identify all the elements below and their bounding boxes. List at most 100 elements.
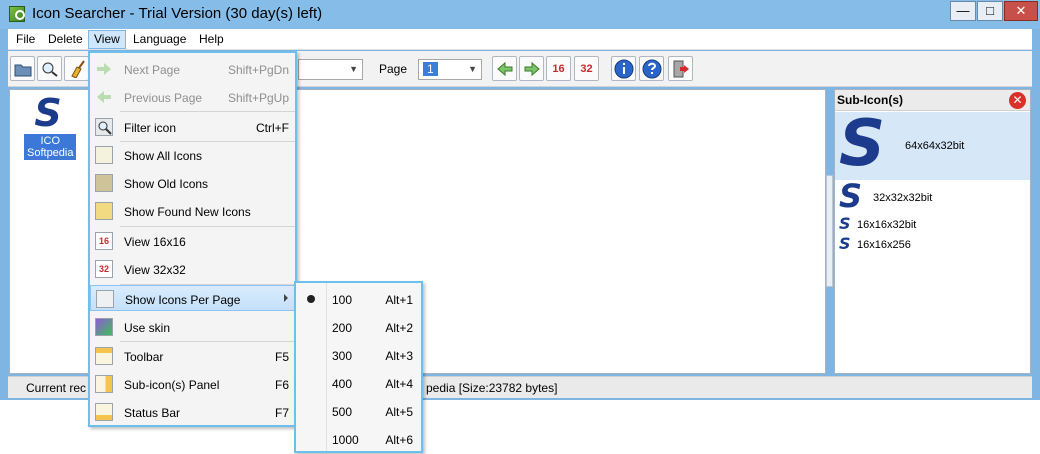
menu-filter-icon[interactable]: Filter icon Ctrl+F bbox=[90, 114, 295, 140]
sub-icon-row[interactable]: S 16x16x32bit bbox=[835, 216, 1030, 234]
arrow-right-icon bbox=[524, 61, 540, 76]
icon-caption-line1: ICO bbox=[40, 135, 61, 147]
menu-language[interactable]: Language bbox=[131, 32, 188, 46]
menu-show-all-icons[interactable]: Show All Icons bbox=[90, 142, 295, 168]
skin-icon bbox=[95, 318, 113, 336]
menu-item-label: View 16x16 bbox=[124, 235, 186, 249]
arrow-left-icon bbox=[97, 91, 111, 103]
close-button[interactable]: ✕ bbox=[1004, 1, 1038, 21]
old-icons-icon bbox=[95, 174, 113, 192]
menu-item-shortcut: F6 bbox=[274, 378, 289, 392]
menu-item-label: Show All Icons bbox=[124, 149, 203, 163]
submenu-item-shortcut: Alt+4 bbox=[385, 377, 413, 391]
submenu-item-label: 1000 bbox=[332, 433, 359, 447]
new-icons-icon bbox=[95, 202, 113, 220]
icon-caption: ICO Softpedia bbox=[24, 134, 77, 160]
per-page-1000[interactable]: 1000 Alt+6 bbox=[296, 425, 421, 453]
menu-item-label: View 32x32 bbox=[124, 263, 186, 277]
help-button[interactable] bbox=[639, 56, 664, 81]
menu-separator bbox=[120, 341, 295, 342]
sub-icon-16-256-icon: S bbox=[839, 234, 851, 253]
status-text-left: Current rec bbox=[26, 381, 87, 395]
search-combo[interactable]: ▼ bbox=[298, 59, 363, 80]
radio-selected-icon bbox=[307, 295, 315, 303]
pane-splitter[interactable] bbox=[826, 175, 833, 287]
per-page-300[interactable]: 300 Alt+3 bbox=[296, 341, 421, 369]
menu-delete[interactable]: Delete bbox=[46, 32, 85, 46]
chevron-right-icon bbox=[284, 294, 288, 302]
pages-icon bbox=[96, 290, 114, 308]
ico-preview-icon: S bbox=[34, 91, 62, 135]
menu-separator bbox=[120, 111, 295, 112]
menu-view-32x32[interactable]: 32 View 32x32 bbox=[90, 256, 295, 282]
sub-icon-size: 16x16x256 bbox=[857, 239, 911, 251]
menu-toolbar[interactable]: Toolbar F5 bbox=[90, 343, 295, 369]
open-folder-button[interactable] bbox=[10, 56, 35, 81]
folder-icon bbox=[14, 64, 31, 76]
menu-use-skin[interactable]: Use skin bbox=[90, 314, 295, 340]
submenu-item-shortcut: Alt+3 bbox=[385, 349, 413, 363]
sub-icon-title: Sub-Icon(s) bbox=[837, 93, 903, 107]
previous-page-button[interactable] bbox=[492, 56, 517, 81]
page-select[interactable]: 1 ▼ bbox=[418, 59, 482, 80]
sub-icon-row[interactable]: S 16x16x256 bbox=[835, 236, 1030, 254]
menu-bar: File Delete View Language Help bbox=[8, 29, 1032, 50]
info-button[interactable] bbox=[611, 56, 636, 81]
menu-item-label: Show Icons Per Page bbox=[125, 293, 241, 307]
sub-icon-row[interactable]: S 32x32x32bit bbox=[835, 180, 1030, 214]
clean-button[interactable] bbox=[64, 56, 89, 81]
menu-help[interactable]: Help bbox=[197, 32, 226, 46]
menu-previous-page[interactable]: Previous Page Shift+PgUp bbox=[90, 84, 295, 110]
sub-icon-row[interactable]: S 64x64x32bit bbox=[835, 112, 1030, 180]
search-button[interactable] bbox=[37, 56, 62, 81]
menu-show-old-icons[interactable]: Show Old Icons bbox=[90, 170, 295, 196]
minimize-button[interactable]: — bbox=[950, 1, 976, 21]
view16-button[interactable]: 16 bbox=[546, 56, 571, 81]
exit-button[interactable] bbox=[668, 56, 693, 81]
view-menu-dropdown: Next Page Shift+PgDn Previous Page Shift… bbox=[88, 51, 297, 427]
page-label: Page bbox=[379, 62, 408, 76]
broom-icon bbox=[70, 59, 85, 78]
menu-item-label: Sub-icon(s) Panel bbox=[124, 378, 220, 392]
per-page-500[interactable]: 500 Alt+5 bbox=[296, 397, 421, 425]
menu-next-page[interactable]: Next Page Shift+PgDn bbox=[90, 56, 295, 82]
chevron-down-icon: ▼ bbox=[468, 64, 477, 74]
icons-grid-icon bbox=[95, 146, 113, 164]
toolbar-icon bbox=[95, 347, 113, 365]
icon-tile[interactable]: S ICO Softpedia bbox=[24, 91, 77, 160]
menu-view-16x16[interactable]: 16 View 16x16 bbox=[90, 228, 295, 254]
menu-view[interactable]: View bbox=[88, 30, 126, 49]
menu-item-label: Toolbar bbox=[124, 350, 164, 364]
menu-sub-icon-panel[interactable]: Sub-icon(s) Panel F6 bbox=[90, 371, 295, 397]
menu-item-label: Show Found New Icons bbox=[124, 205, 251, 219]
next-page-button[interactable] bbox=[519, 56, 544, 81]
help-icon bbox=[642, 59, 661, 78]
per-page-100[interactable]: 100 Alt+1 bbox=[296, 285, 421, 313]
menu-status-bar[interactable]: Status Bar F7 bbox=[90, 399, 295, 425]
menu-show-icons-per-page[interactable]: Show Icons Per Page bbox=[90, 285, 295, 311]
title-bar[interactable]: Icon Searcher - Trial Version (30 day(s)… bbox=[0, 0, 1040, 29]
menu-file[interactable]: File bbox=[14, 32, 37, 46]
per-page-200[interactable]: 200 Alt+2 bbox=[296, 313, 421, 341]
sub-icon-16-icon: S bbox=[839, 214, 851, 233]
menu-item-shortcut: F7 bbox=[274, 406, 289, 420]
exit-door-icon bbox=[673, 60, 689, 77]
close-panel-icon[interactable]: ✕ bbox=[1009, 92, 1026, 109]
menu-item-label: Use skin bbox=[124, 321, 171, 335]
menu-item-label: Status Bar bbox=[124, 406, 181, 420]
submenu-item-shortcut: Alt+2 bbox=[385, 321, 413, 335]
maximize-button[interactable]: □ bbox=[977, 1, 1003, 21]
page-select-value: 1 bbox=[423, 62, 438, 76]
info-icon bbox=[614, 59, 633, 78]
view32-icon: 32 bbox=[95, 260, 113, 278]
menu-show-found-new-icons[interactable]: Show Found New Icons bbox=[90, 198, 295, 224]
submenu-item-label: 300 bbox=[332, 349, 353, 363]
menu-item-label: Previous Page bbox=[124, 91, 203, 105]
chevron-down-icon: ▼ bbox=[349, 64, 358, 74]
per-page-400[interactable]: 400 Alt+4 bbox=[296, 369, 421, 397]
menu-item-shortcut: Shift+PgDn bbox=[227, 63, 289, 77]
submenu-item-label: 200 bbox=[332, 321, 353, 335]
arrow-left-icon bbox=[496, 61, 512, 76]
submenu-item-shortcut: Alt+1 bbox=[385, 293, 413, 307]
view32-button[interactable]: 32 bbox=[574, 56, 599, 81]
